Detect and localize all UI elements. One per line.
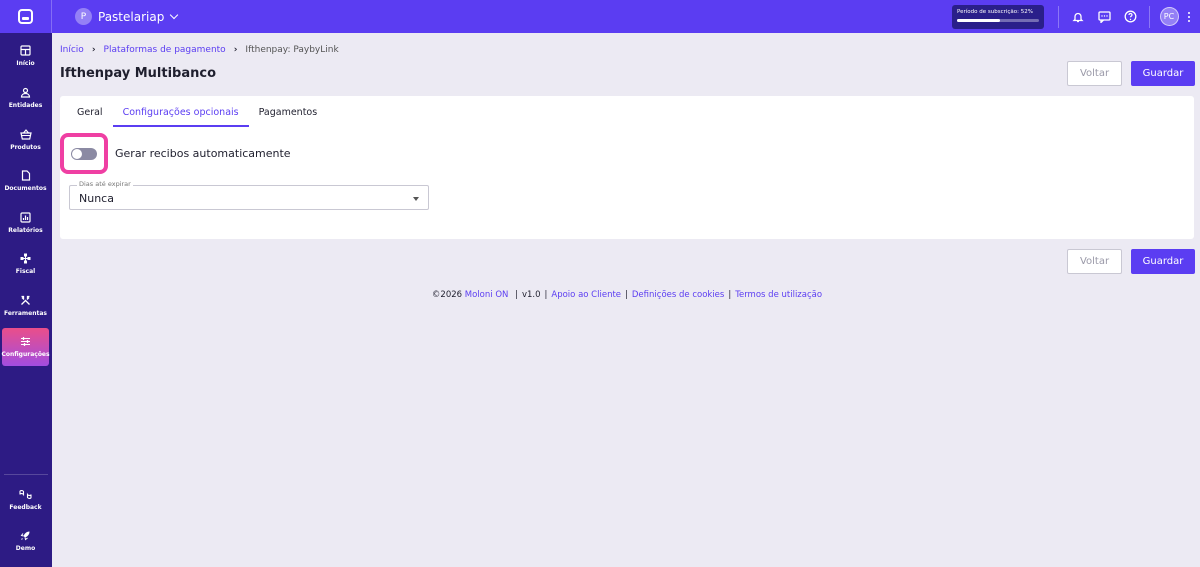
- feedback-icon: [19, 490, 32, 499]
- footer-version: v1.0: [521, 290, 541, 300]
- footer-support-link[interactable]: Apoio ao Cliente: [551, 290, 621, 300]
- toggle-track: [71, 147, 97, 160]
- sidebar-item-label: Ferramentas: [4, 310, 47, 317]
- footer-copyright: ©2026: [431, 290, 463, 300]
- sliders-icon: [21, 337, 30, 346]
- subscription-progress-bar: [957, 18, 1039, 22]
- app-logo[interactable]: [0, 0, 52, 33]
- back-button-bottom[interactable]: Voltar: [1067, 249, 1122, 274]
- sidebar-item-inicio[interactable]: Início: [2, 37, 49, 75]
- tab-geral[interactable]: Geral: [67, 96, 113, 128]
- chat-icon: [1097, 10, 1111, 23]
- sidebar-item-label: Entidades: [8, 102, 43, 109]
- sidebar: Início Entidades Produtos Documentos Rel…: [0, 33, 52, 567]
- footer-separator: |: [515, 290, 518, 300]
- company-avatar: P: [75, 8, 92, 25]
- document-icon: [21, 170, 30, 181]
- tab-bar: Geral Configurações opcionais Pagamentos: [60, 96, 327, 128]
- auto-receipts-toggle[interactable]: [60, 133, 108, 174]
- help-button[interactable]: [1117, 0, 1143, 33]
- kebab-icon: [1188, 19, 1190, 22]
- sidebar-item-documentos[interactable]: Documentos: [2, 162, 49, 200]
- subscription-period[interactable]: Período de subscrição: 52%: [952, 4, 1044, 29]
- user-icon: [20, 87, 31, 98]
- notifications-button[interactable]: [1065, 0, 1091, 33]
- subscription-progress-fill: [957, 18, 1000, 22]
- breadcrumb-current: Ifthenpay: PaybyLink: [245, 45, 339, 55]
- breadcrumb-separator-icon: ›: [91, 45, 96, 55]
- save-button[interactable]: Guardar: [1131, 61, 1195, 86]
- sidebar-item-entidades[interactable]: Entidades: [2, 79, 49, 117]
- chart-icon: [20, 212, 31, 223]
- toggle-knob: [72, 148, 82, 159]
- expiry-days-value: Nunca: [79, 192, 114, 205]
- footer-cookies-link[interactable]: Definições de cookies: [632, 290, 724, 300]
- footer-separator: |: [728, 290, 732, 300]
- divider: [1149, 5, 1150, 28]
- kebab-icon: [1188, 11, 1190, 14]
- sidebar-item-fiscal[interactable]: Fiscal: [2, 245, 49, 283]
- top-bar: P Pastelariap Período de subscrição: 52%…: [0, 0, 1200, 33]
- tab-pagamentos[interactable]: Pagamentos: [249, 96, 328, 128]
- sidebar-item-label: Documentos: [4, 185, 47, 192]
- breadcrumb-separator-icon: ›: [233, 45, 238, 55]
- footer-terms-link[interactable]: Termos de utilização: [735, 290, 822, 300]
- sidebar-item-label: Fiscal: [15, 268, 36, 275]
- logo-icon: [18, 9, 33, 24]
- dashboard-icon: [20, 45, 31, 56]
- back-button[interactable]: Voltar: [1067, 61, 1122, 86]
- help-icon: [1124, 10, 1136, 23]
- sidebar-item-relatorios[interactable]: Relatórios: [2, 204, 49, 242]
- sidebar-item-produtos[interactable]: Produtos: [2, 121, 49, 159]
- footer-separator: |: [544, 290, 548, 300]
- footer: ©2026 Moloni ON | v1.0 | Apoio ao Cliente | D…: [0, 290, 1200, 300]
- breadcrumb: Início › Plataformas de pagamento › Ifth…: [60, 45, 339, 55]
- company-name: Pastelariap: [98, 9, 165, 24]
- divider: [1058, 5, 1059, 28]
- sidebar-divider: [4, 474, 48, 475]
- user-menu-button[interactable]: PC: [1156, 0, 1182, 33]
- sidebar-item-label: Relatórios: [8, 227, 43, 234]
- kebab-icon: [1188, 15, 1190, 18]
- settings-card: Geral Configurações opcionais Pagamentos…: [60, 96, 1194, 239]
- sidebar-item-feedback[interactable]: Feedback: [2, 481, 49, 519]
- sidebar-item-demo[interactable]: Demo: [2, 522, 49, 560]
- sidebar-item-configuracoes[interactable]: Configurações: [1, 328, 50, 366]
- breadcrumb-home-link[interactable]: Início: [60, 45, 84, 55]
- sidebar-item-label: Produtos: [10, 144, 41, 151]
- footer-brand-link[interactable]: Moloni ON: [465, 290, 509, 300]
- fiscal-icon: [20, 253, 31, 264]
- sidebar-item-label: Configurações: [1, 351, 50, 358]
- expiry-days-label: Dias até expirar: [77, 180, 133, 188]
- auto-receipts-label: Gerar recibos automaticamente: [115, 147, 291, 160]
- chevron-down-icon: [170, 10, 179, 19]
- sidebar-item-label: Feedback: [9, 504, 42, 511]
- page-title: Ifthenpay Multibanco: [60, 66, 216, 81]
- rocket-icon: [20, 531, 30, 541]
- sidebar-item-label: Demo: [15, 545, 36, 552]
- caret-down-icon: [413, 197, 419, 201]
- save-button-bottom[interactable]: Guardar: [1131, 249, 1195, 274]
- user-avatar: PC: [1159, 7, 1179, 26]
- tab-configuracoes-opcionais[interactable]: Configurações opcionais: [112, 96, 249, 128]
- basket-icon: [19, 129, 32, 140]
- sidebar-item-label: Início: [16, 60, 35, 67]
- breadcrumb-parent-link[interactable]: Plataformas de pagamento: [104, 45, 226, 55]
- company-selector[interactable]: P Pastelariap: [75, 8, 179, 25]
- subscription-label: Período de subscrição: 52%: [957, 8, 1033, 15]
- expiry-days-select[interactable]: Dias até expirar Nunca: [69, 180, 429, 210]
- footer-separator: |: [625, 290, 628, 300]
- bell-icon: [1072, 12, 1084, 22]
- messages-button[interactable]: [1091, 0, 1117, 33]
- more-options-button[interactable]: [1182, 0, 1196, 33]
